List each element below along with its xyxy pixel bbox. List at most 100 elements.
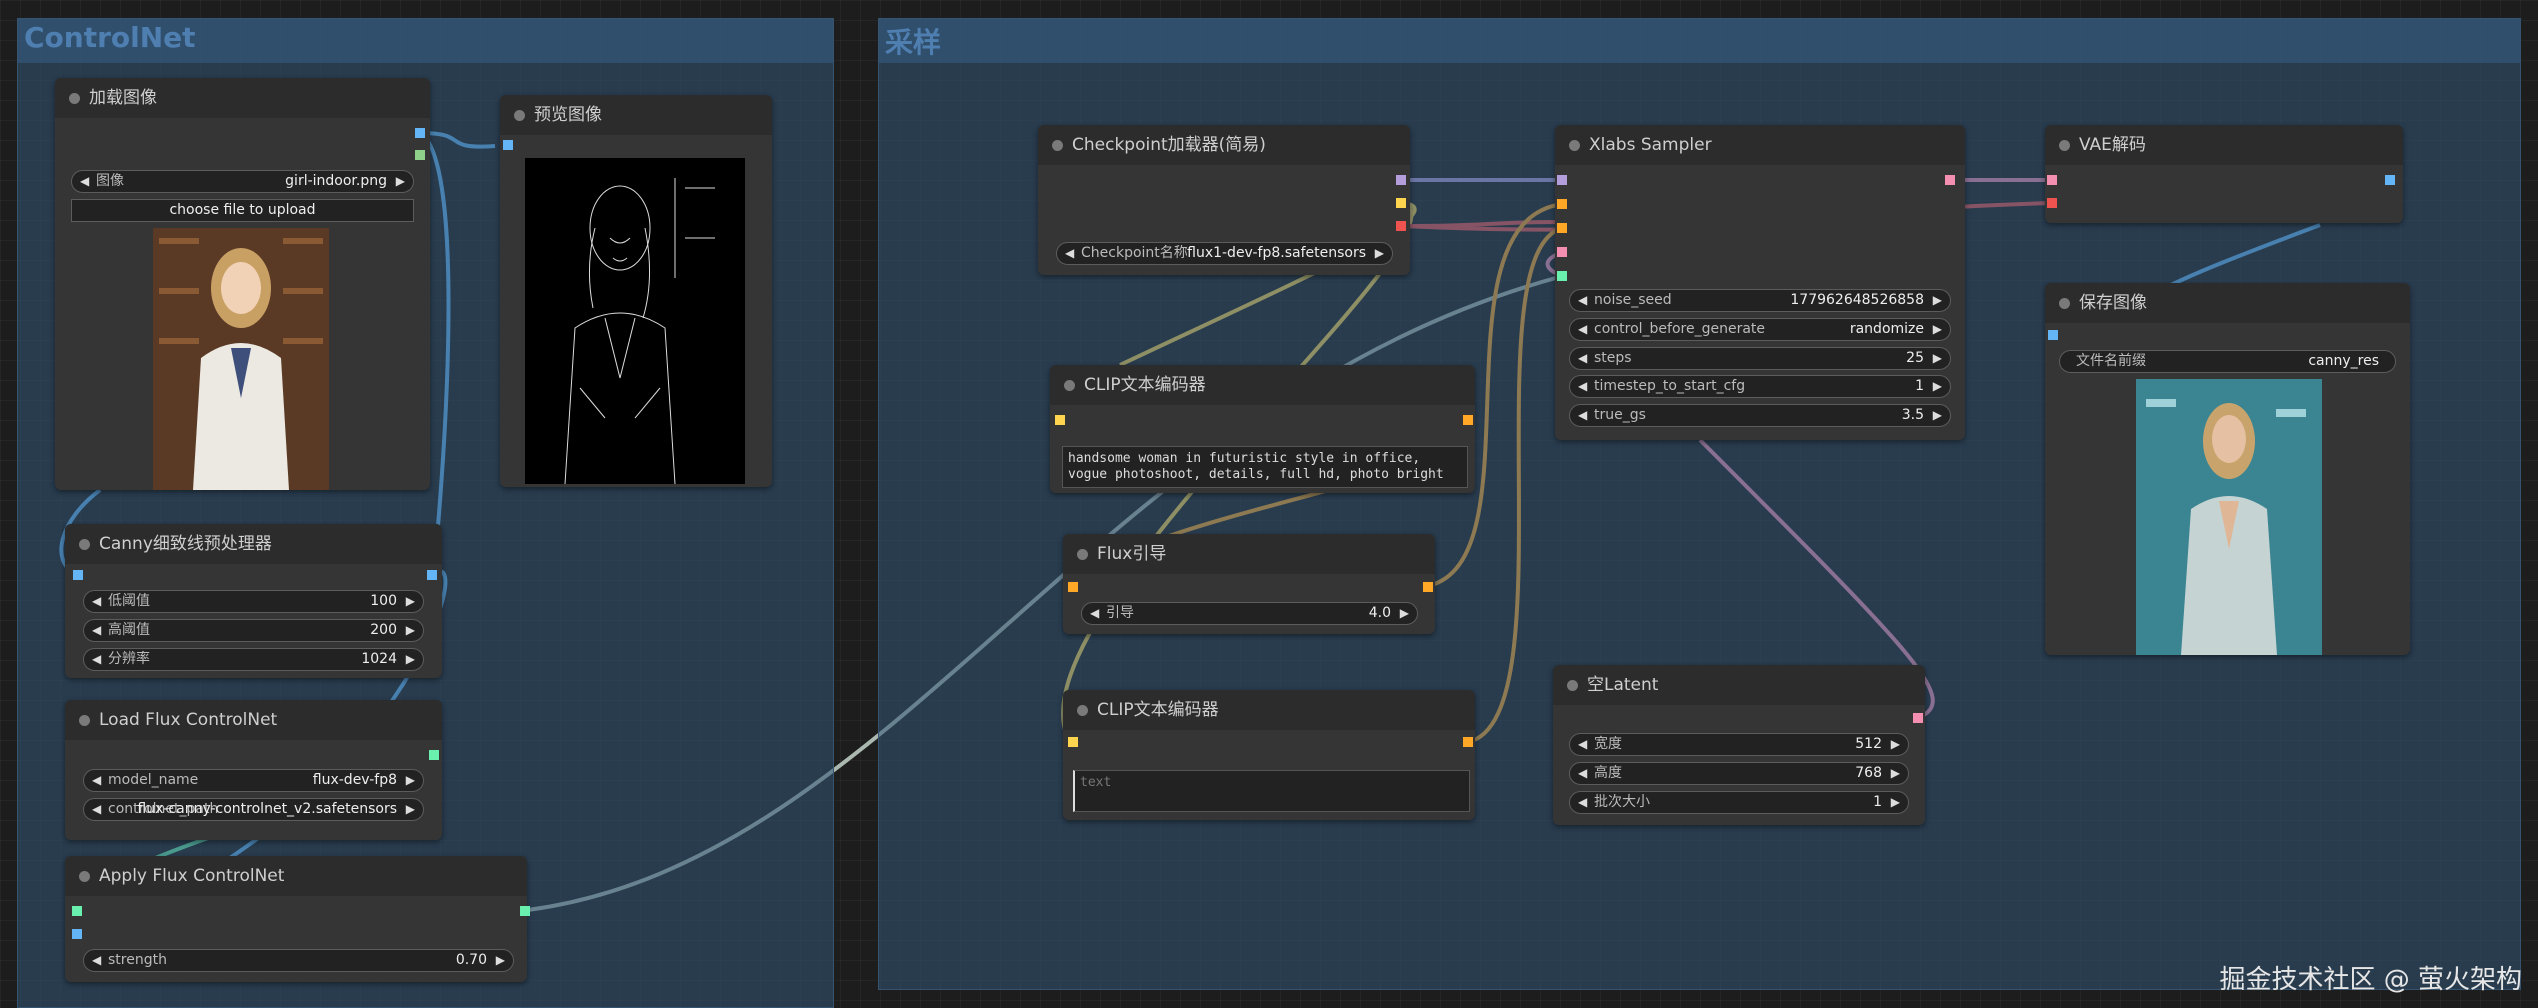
arrow-left-icon[interactable]: ◀ [92,591,101,612]
collapse-dot[interactable] [1077,705,1088,716]
input-slot-model[interactable] [1557,175,1567,185]
collapse-dot[interactable] [79,539,90,550]
output-slot-image[interactable] [2385,175,2395,185]
controlnet-path-combo[interactable]: ◀ controlnet_path flux-canny-controlnet_… [83,798,424,821]
output-slot-latent[interactable] [1913,713,1923,723]
node-load-image[interactable]: 加载图像 ◀ 图像 girl-indoor.png ▶ choose file … [55,78,430,490]
input-slot-clip[interactable] [1055,415,1065,425]
prompt-textarea[interactable]: handsome woman in futuristic style in of… [1062,446,1468,488]
input-slot-images[interactable] [503,140,513,150]
arrow-right-icon[interactable]: ▶ [406,591,415,612]
collapse-dot[interactable] [79,715,90,726]
collapse-dot[interactable] [1569,140,1580,151]
timestep-to-start-cfg-field[interactable]: ◀ timestep_to_start_cfg 1 ▶ [1569,375,1951,398]
arrow-right-icon[interactable]: ▶ [1933,290,1942,311]
arrow-left-icon[interactable]: ◀ [80,171,89,192]
collapse-dot[interactable] [2059,140,2070,151]
collapse-dot[interactable] [1064,380,1075,391]
arrow-right-icon[interactable]: ▶ [1891,763,1900,784]
output-slot-conditioning[interactable] [1463,415,1473,425]
arrow-left-icon[interactable]: ◀ [1578,734,1587,755]
width-field[interactable]: ◀ 宽度 512 ▶ [1569,733,1909,756]
input-slot-image[interactable] [73,570,83,580]
arrow-right-icon[interactable]: ▶ [406,620,415,641]
resolution-field[interactable]: ◀ 分辨率 1024 ▶ [83,648,424,671]
output-slot-controlnet[interactable] [429,750,439,760]
steps-field[interactable]: ◀ steps 25 ▶ [1569,347,1951,370]
input-slot-images[interactable] [2048,330,2058,340]
node-preview-image[interactable]: 预览图像 [500,95,772,487]
height-field[interactable]: ◀ 高度 768 ▶ [1569,762,1909,785]
output-slot-image[interactable] [415,128,425,138]
arrow-left-icon[interactable]: ◀ [1578,290,1587,311]
input-slot-conditioning[interactable] [1068,582,1078,592]
arrow-right-icon[interactable]: ▶ [1400,603,1409,624]
collapse-dot[interactable] [514,110,525,121]
output-slot-conditioning[interactable] [1423,582,1433,592]
batch-size-field[interactable]: ◀ 批次大小 1 ▶ [1569,791,1909,814]
node-vae-decode[interactable]: VAE解码 [2045,125,2403,223]
arrow-right-icon[interactable]: ▶ [406,799,415,820]
arrow-right-icon[interactable]: ▶ [406,770,415,791]
input-slot-controlnet-condition[interactable] [1557,271,1567,281]
node-load-flux-controlnet[interactable]: Load Flux ControlNet ◀ model_name flux-d… [65,700,442,840]
control-before-generate-combo[interactable]: ◀ control_before_generate randomize ▶ [1569,318,1951,341]
arrow-right-icon[interactable]: ▶ [1933,405,1942,426]
arrow-left-icon[interactable]: ◀ [1578,763,1587,784]
node-checkpoint-loader[interactable]: Checkpoint加载器(简易) ◀ Checkpoint名称 flux1-d… [1038,125,1410,275]
collapse-dot[interactable] [1052,140,1063,151]
collapse-dot[interactable] [1077,549,1088,560]
input-slot-image[interactable] [72,929,82,939]
input-slot-neg-conditioning[interactable] [1557,223,1567,233]
node-clip-text-encode-positive[interactable]: CLIP文本编码器 handsome woman in futuristic s… [1050,365,1475,493]
low-threshold-field[interactable]: ◀ 低阈值 100 ▶ [83,590,424,613]
filename-prefix-field[interactable]: 文件名前缀 canny_res [2059,350,2396,373]
output-slot-clip[interactable] [1396,198,1406,208]
arrow-right-icon[interactable]: ▶ [1933,319,1942,340]
negative-prompt-textarea[interactable]: text [1073,770,1470,812]
checkpoint-name-combo[interactable]: ◀ Checkpoint名称 flux1-dev-fp8.safetensors… [1056,242,1393,265]
guidance-field[interactable]: ◀ 引导 4.0 ▶ [1081,602,1418,625]
arrow-right-icon[interactable]: ▶ [1891,792,1900,813]
arrow-right-icon[interactable]: ▶ [496,950,505,971]
input-slot-latent[interactable] [1557,247,1567,257]
node-apply-flux-controlnet[interactable]: Apply Flux ControlNet ◀ strength 0.70 ▶ [65,856,530,982]
arrow-left-icon[interactable]: ◀ [92,770,101,791]
output-slot-mask[interactable] [415,150,425,160]
image-combo[interactable]: ◀ 图像 girl-indoor.png ▶ [71,170,414,193]
output-slot-controlnet-condition[interactable] [520,906,530,916]
true-gs-field[interactable]: ◀ true_gs 3.5 ▶ [1569,404,1951,427]
high-threshold-field[interactable]: ◀ 高阈值 200 ▶ [83,619,424,642]
collapse-dot[interactable] [79,871,90,882]
arrow-right-icon[interactable]: ▶ [406,649,415,670]
input-slot-clip[interactable] [1068,737,1078,747]
node-save-image[interactable]: 保存图像 文件名前缀 canny_res [2045,283,2410,655]
output-slot-latent[interactable] [1945,175,1955,185]
arrow-left-icon[interactable]: ◀ [92,950,101,971]
output-slot-conditioning[interactable] [1463,737,1473,747]
node-clip-text-encode-negative[interactable]: CLIP文本编码器 text [1063,690,1475,820]
arrow-left-icon[interactable]: ◀ [1578,376,1587,397]
arrow-right-icon[interactable]: ▶ [1891,734,1900,755]
collapse-dot[interactable] [2059,298,2070,309]
arrow-right-icon[interactable]: ▶ [1933,376,1942,397]
arrow-right-icon[interactable]: ▶ [1375,243,1384,264]
input-slot-conditioning[interactable] [1557,199,1567,209]
node-empty-latent[interactable]: 空Latent ◀ 宽度 512 ▶ ◀ 高度 768 ▶ ◀ 批次大小 1 ▶ [1553,665,1925,825]
output-slot-model[interactable] [1396,175,1406,185]
arrow-left-icon[interactable]: ◀ [92,799,101,820]
arrow-left-icon[interactable]: ◀ [1065,243,1074,264]
arrow-left-icon[interactable]: ◀ [1578,405,1587,426]
arrow-left-icon[interactable]: ◀ [1090,603,1099,624]
upload-button[interactable]: choose file to upload [71,199,414,222]
collapse-dot[interactable] [69,93,80,104]
noise-seed-field[interactable]: ◀ noise_seed 177962648526858 ▶ [1569,289,1951,312]
arrow-right-icon[interactable]: ▶ [1933,348,1942,369]
arrow-left-icon[interactable]: ◀ [1578,348,1587,369]
arrow-left-icon[interactable]: ◀ [1578,792,1587,813]
input-slot-controlnet[interactable] [72,906,82,916]
input-slot-vae[interactable] [2047,198,2057,208]
node-flux-guidance[interactable]: Flux引导 ◀ 引导 4.0 ▶ [1063,534,1435,634]
collapse-dot[interactable] [1567,680,1578,691]
model-name-combo[interactable]: ◀ model_name flux-dev-fp8 ▶ [83,769,424,792]
